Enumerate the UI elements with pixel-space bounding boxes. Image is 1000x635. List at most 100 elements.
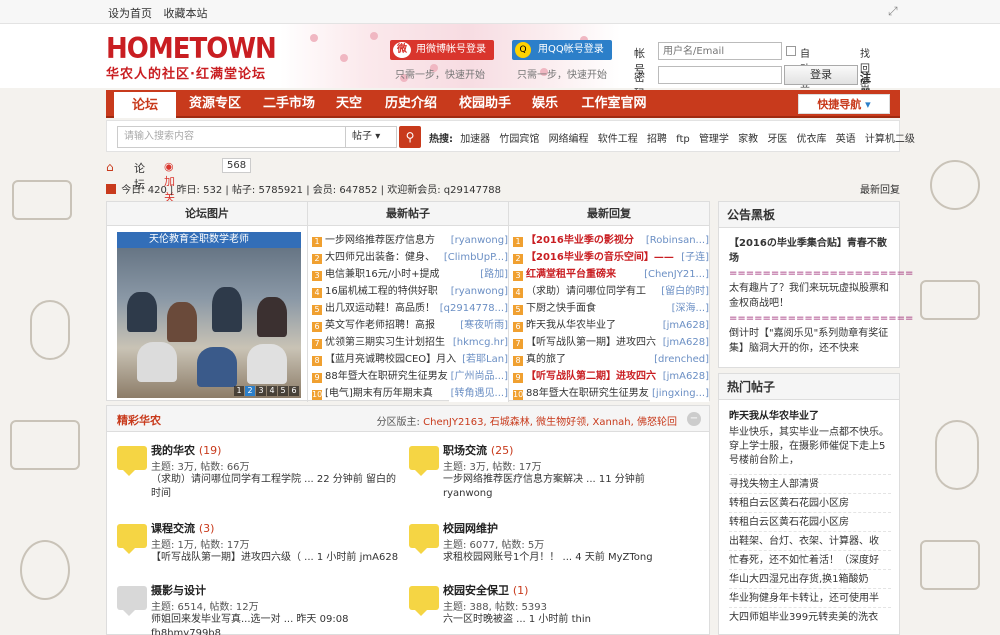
list-item[interactable]: 9 【听写战队第二期】进攻四六 [jmA628] bbox=[513, 368, 709, 385]
collapse-icon[interactable]: − bbox=[687, 412, 701, 426]
forum-board[interactable]: 摄影与设计 主题: 6514, 帖数: 12万 师姐回来发毕业写真...选一对 … bbox=[117, 582, 397, 635]
list-item[interactable]: 4 （求助）请问哪位同学有工 [留白的时] bbox=[513, 283, 709, 300]
nav-item-history[interactable]: 历史介绍 bbox=[376, 90, 446, 118]
hot-post-description: 毕业快乐，其实毕业一点都不快乐。穿上学士服，在摄影师催促下走上5号楼前台阶上， bbox=[729, 427, 889, 466]
auto-login-checkbox[interactable] bbox=[786, 46, 796, 56]
quick-nav-button[interactable]: 快捷导航 ▾ bbox=[798, 94, 890, 114]
set-home-link[interactable]: 设为首页 bbox=[108, 7, 152, 20]
hot-post-item[interactable]: 大四师姐毕业399元转卖美的洗衣 bbox=[729, 607, 891, 626]
hot-search-item[interactable]: 网络编程 bbox=[549, 134, 589, 145]
forum-board[interactable]: 职场交流 (25) 主题: 3万, 帖数: 17万 一步网络推荐医疗信息方案解决… bbox=[409, 442, 689, 500]
site-logo[interactable]: HOMETOWN 华农人的社区·红满堂论坛 bbox=[106, 34, 277, 82]
hot-search-item[interactable]: 竹园宾馆 bbox=[499, 134, 539, 145]
hot-search-item[interactable]: 管理学 bbox=[699, 134, 729, 145]
list-item[interactable]: 3 红满堂租平台重磅来 [ChenJY21...] bbox=[513, 266, 709, 283]
latest-reply-link[interactable]: 最新回复 bbox=[860, 181, 900, 196]
nav-item-resources[interactable]: 资源专区 bbox=[180, 90, 250, 118]
list-item[interactable]: 3 电信兼职16元/小时+提成 [路加] bbox=[312, 266, 508, 283]
slide-page[interactable]: 2 bbox=[245, 386, 255, 396]
login-button[interactable]: 登录 bbox=[784, 65, 858, 85]
list-item[interactable]: 8 【蓝月亮诚聘校园CEO】月入 [若耶Lan] bbox=[312, 351, 508, 368]
list-item[interactable]: 7 优领第三期实习生计划招生 [hkmcg.hr] bbox=[312, 334, 508, 351]
forum-last-post[interactable]: 六一区时晚被盗 ... 1 小时前 thin bbox=[443, 613, 693, 627]
forum-picture-slideshow[interactable]: 天伦教育全职数学老师 123456 bbox=[117, 232, 301, 398]
forum-name[interactable]: 校园网维护 bbox=[443, 520, 498, 536]
hot-post-item[interactable]: 转租白云区黄石花园小区房 bbox=[729, 512, 891, 531]
stat-welcome[interactable]: 欢迎新会员: q29147788 bbox=[387, 185, 501, 196]
list-item[interactable]: 7 【听写战队第一期】进攻四六 [jmA628] bbox=[513, 334, 709, 351]
hot-search-item[interactable]: 英语 bbox=[836, 134, 856, 145]
slide-page[interactable]: 5 bbox=[278, 386, 288, 396]
hot-post-item[interactable]: 出鞋架、台灯、衣架、计算器、收 bbox=[729, 531, 891, 550]
hot-post-item[interactable]: 寻找失物主人部清贤 bbox=[729, 474, 891, 493]
nav-item-secondhand[interactable]: 二手市场 bbox=[254, 90, 324, 118]
slide-page[interactable]: 1 bbox=[234, 386, 244, 396]
list-item[interactable]: 2 大四师兄出装备：健身、 [ClimbUpP...] bbox=[312, 249, 508, 266]
notice-line[interactable]: 【2016の毕业季集合贴】青春不散场 bbox=[729, 236, 891, 266]
slide-page[interactable]: 4 bbox=[267, 386, 277, 396]
password-input[interactable] bbox=[658, 66, 782, 84]
hot-post-item[interactable]: 华业狗健身年卡转让，还可使用半 bbox=[729, 588, 891, 607]
forum-board[interactable]: 校园网维护 主题: 6077, 帖数: 5万 求租校园网账号1个月！！ ... … bbox=[409, 520, 689, 578]
notice-line[interactable]: 倒计时【"嘉阅乐见"系列勋章有奖征集】脑洞大开的你，还不快来 bbox=[729, 326, 891, 356]
hot-search-item[interactable]: 计算机二级 bbox=[865, 134, 915, 145]
forum-name[interactable]: 职场交流 (25) bbox=[443, 442, 513, 458]
search-button[interactable]: ⚲ bbox=[399, 126, 421, 148]
forum-board[interactable]: 课程交流 (3) 主题: 1万, 帖数: 17万 【听写战队第一期】进攻四六级（… bbox=[117, 520, 398, 578]
hot-post-item[interactable]: 转租白云区黄石花园小区房 bbox=[729, 493, 891, 512]
weibo-login-button[interactable]: 微 用微博帐号登录 bbox=[390, 40, 494, 60]
nav-item-sky[interactable]: 天空 bbox=[328, 90, 370, 118]
forum-name[interactable]: 课程交流 (3) bbox=[151, 520, 214, 536]
forum-board[interactable]: 校园安全保卫 (1) 主题: 388, 帖数: 5393 六一区时晚被盗 ...… bbox=[409, 582, 689, 635]
list-item[interactable]: 8 真的旅了 [drenched] bbox=[513, 351, 709, 368]
search-input[interactable]: 请输入搜索内容 bbox=[117, 126, 347, 148]
picture-caption: 天伦教育全职数学老师 bbox=[117, 232, 301, 248]
expand-icon[interactable]: ⤢ bbox=[888, 4, 902, 18]
list-item[interactable]: 6 昨天我从华农毕业了 [jmA628] bbox=[513, 317, 709, 334]
list-item[interactable]: 4 16届机械工程的特供好职 [ryanwong] bbox=[312, 283, 508, 300]
list-item[interactable]: 9 88年暨大在职研究生征男友 [广州尚品...] bbox=[312, 368, 508, 385]
slide-page[interactable]: 6 bbox=[289, 386, 299, 396]
home-icon[interactable]: ⌂ bbox=[106, 160, 120, 174]
forum-name[interactable]: 校园安全保卫 (1) bbox=[443, 582, 528, 598]
section-title[interactable]: 精彩华农 bbox=[117, 412, 161, 428]
account-input[interactable] bbox=[658, 42, 782, 60]
forum-last-post[interactable]: 求租校园网账号1个月！！ ... 4 天前 MyZTong bbox=[443, 551, 693, 565]
list-item[interactable]: 2 【2016毕业季の音乐空间】—— [子连] bbox=[513, 249, 709, 266]
list-item[interactable]: 6 英文写作老师招聘！高报 [寒夜听雨] bbox=[312, 317, 508, 334]
search-scope-select[interactable]: 帖子 ▾ bbox=[345, 126, 397, 148]
hot-post-item[interactable]: 华山大四湿兄出存货,换1箱酸奶 bbox=[729, 569, 891, 588]
hot-search-item[interactable]: ftp bbox=[676, 134, 690, 145]
hot-search-item[interactable]: 家教 bbox=[738, 134, 758, 145]
photo-person bbox=[212, 287, 242, 332]
notice-line[interactable]: 太有趣片了？我们来玩玩虚拟股票和金权商战吧！ bbox=[729, 281, 891, 311]
list-item[interactable]: 10 88年暨大在职研究生征男友 [jingxing...] bbox=[513, 385, 709, 402]
nav-item-entertainment[interactable]: 娱乐 bbox=[524, 90, 566, 118]
forum-last-post[interactable]: 师姐回来发毕业写真...选一对 ... 昨天 09:08 fh8hmy799b8 bbox=[151, 613, 401, 635]
list-item[interactable]: 1 【2016毕业季の影视分 [Robinsan...] bbox=[513, 232, 709, 249]
forum-name[interactable]: 我的华农 (19) bbox=[151, 442, 221, 458]
list-item[interactable]: 1 一步网络推荐医疗信息方 [ryanwong] bbox=[312, 232, 508, 249]
hot-search-item[interactable]: 优衣库 bbox=[797, 134, 827, 145]
hot-post-featured[interactable]: 昨天我从华农毕业了 bbox=[729, 407, 891, 422]
hot-search-item[interactable]: 软件工程 bbox=[598, 134, 638, 145]
hot-search-item[interactable]: 牙医 bbox=[767, 134, 787, 145]
forum-last-post[interactable]: 【听写战队第一期】进攻四六级（ ... 1 小时前 jmA628 bbox=[151, 551, 401, 565]
list-item[interactable]: 10 [电气]期末有历年期末真 [转角遇见...] bbox=[312, 385, 508, 402]
forum-last-post[interactable]: （求助）请问哪位同学有工程学院 ... 22 分钟前 留白的时间 bbox=[151, 473, 401, 501]
hot-search-item[interactable]: 加速器 bbox=[460, 134, 490, 145]
hot-post-item[interactable]: 忙春死，还不如忙着活！（深度好 bbox=[729, 550, 891, 569]
hot-search-item[interactable]: 招聘 bbox=[647, 134, 667, 145]
forum-name[interactable]: 摄影与设计 bbox=[151, 582, 206, 598]
bookmark-link[interactable]: 收藏本站 bbox=[164, 7, 208, 20]
nav-item-campus-helper[interactable]: 校园助手 bbox=[450, 90, 520, 118]
nav-item-forum[interactable]: 论坛 bbox=[114, 90, 176, 118]
qq-login-button[interactable]: Q 用QQ帐号登录 bbox=[512, 40, 612, 60]
nav-item-studio[interactable]: 工作室官网 bbox=[572, 90, 656, 118]
background-doodle bbox=[12, 180, 72, 220]
forum-board[interactable]: 我的华农 (19) 主题: 3万, 帖数: 66万 （求助）请问哪位同学有工程学… bbox=[117, 442, 397, 500]
forum-last-post[interactable]: 一步网络推荐医疗信息方案解决 ... 11 分钟前 ryanwong bbox=[443, 473, 693, 501]
slide-page[interactable]: 3 bbox=[256, 386, 266, 396]
list-item[interactable]: 5 出几双运动鞋！高品质！ [q2914778...] bbox=[312, 300, 508, 317]
list-item[interactable]: 5 下厨之快手面食 [深海...] bbox=[513, 300, 709, 317]
